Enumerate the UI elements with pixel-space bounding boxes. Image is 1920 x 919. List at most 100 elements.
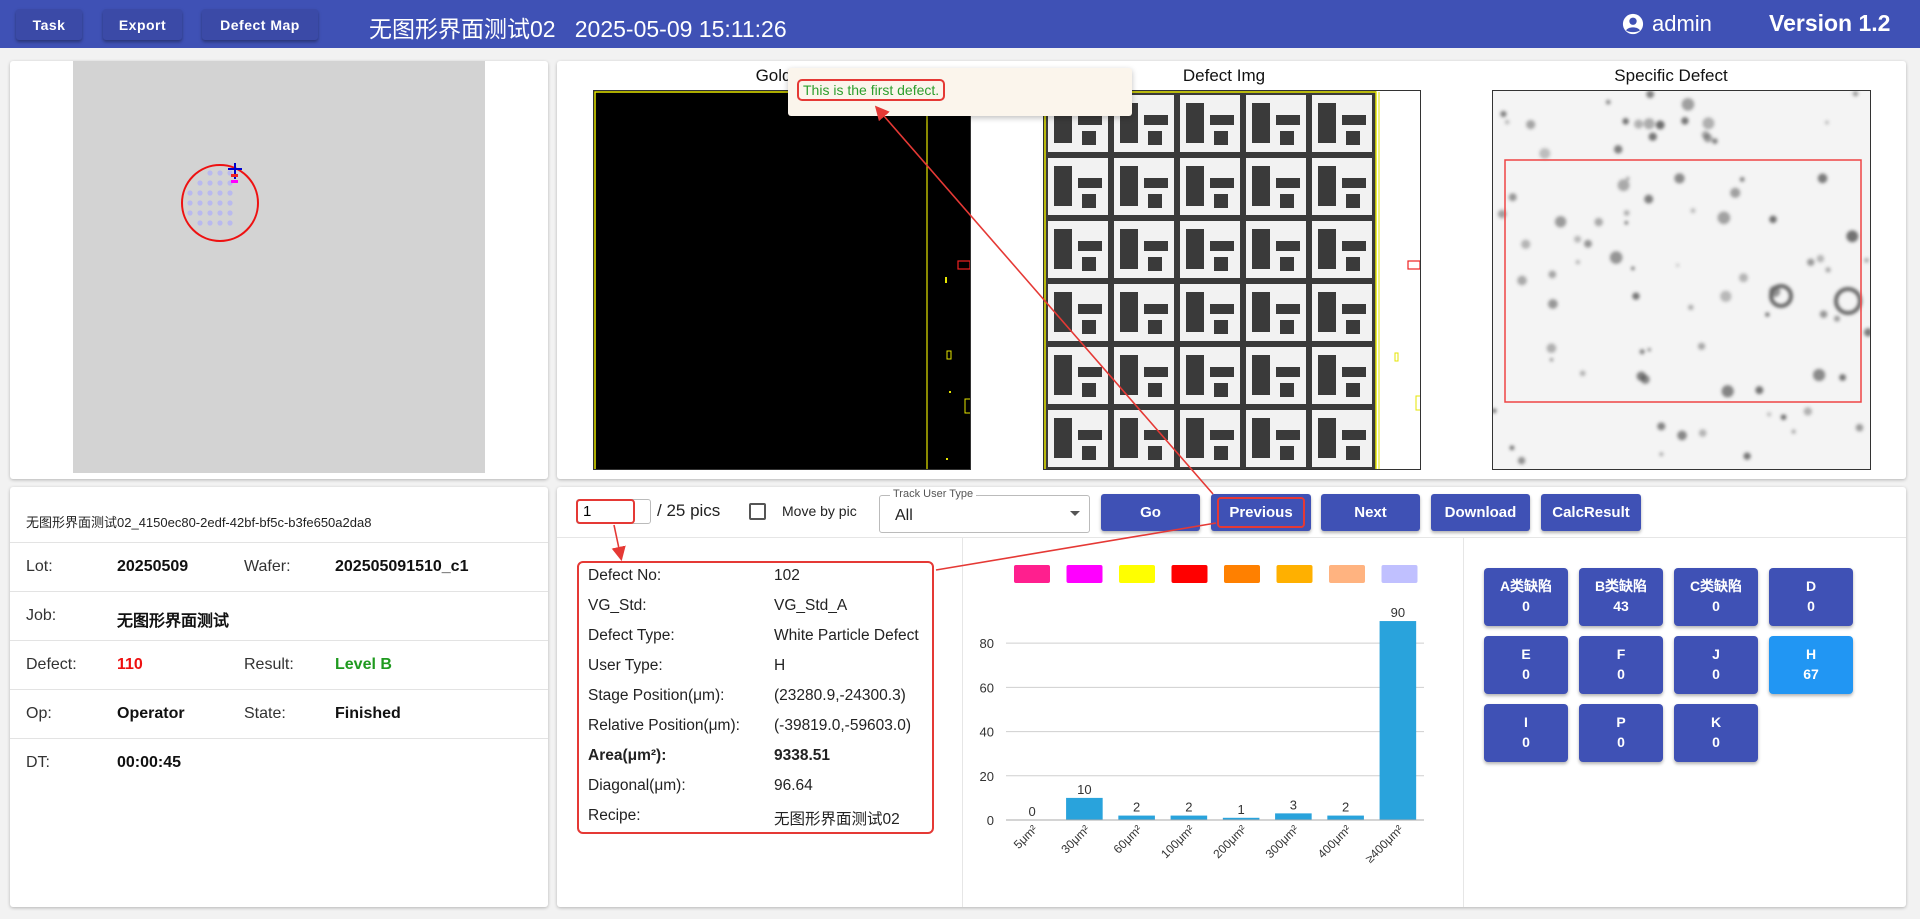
legend-swatch[interactable] xyxy=(1171,565,1208,583)
legend-swatch[interactable] xyxy=(1381,565,1418,583)
legend-swatch[interactable] xyxy=(1119,565,1155,583)
particle xyxy=(1521,239,1531,249)
die-feature xyxy=(1342,367,1366,377)
die-feature xyxy=(1252,292,1270,332)
defect-image[interactable] xyxy=(1043,90,1421,470)
legend-swatch[interactable] xyxy=(1066,565,1103,583)
export-button[interactable]: Export xyxy=(103,9,182,40)
particle xyxy=(1639,349,1645,355)
result-label: Result: xyxy=(244,656,294,673)
user-type-count: 0 xyxy=(1617,666,1625,682)
die-feature xyxy=(1252,229,1270,269)
bar[interactable] xyxy=(1118,815,1155,820)
particle xyxy=(1833,315,1841,322)
bar[interactable] xyxy=(1275,813,1312,820)
particle xyxy=(1863,328,1870,337)
die-feature xyxy=(1280,257,1294,271)
bar-value-label: 2 xyxy=(1133,800,1140,815)
die-feature xyxy=(1148,194,1162,208)
die-feature xyxy=(1214,131,1228,145)
particle xyxy=(1622,118,1629,125)
user-type-count: 0 xyxy=(1617,734,1625,750)
specific-defect-image[interactable] xyxy=(1492,90,1871,470)
user-menu[interactable]: admin xyxy=(1622,11,1712,37)
die-feature xyxy=(1186,292,1204,332)
bar[interactable] xyxy=(1066,797,1103,820)
legend-swatch[interactable] xyxy=(1276,565,1313,583)
pic-number-input[interactable] xyxy=(576,499,635,524)
lot-label: Lot: xyxy=(26,558,53,575)
wafer-value: 202505091510_c1 xyxy=(335,558,469,575)
user-type-button[interactable]: H 67 xyxy=(1769,636,1853,694)
user-type-button[interactable]: E0 xyxy=(1484,636,1568,694)
user-type-button[interactable]: B类缺陷 43 xyxy=(1579,568,1663,626)
user-type-button[interactable]: A类缺陷 0 xyxy=(1484,568,1568,626)
wafer-map-canvas[interactable] xyxy=(73,61,485,473)
user-type-button[interactable]: K0 xyxy=(1674,704,1758,762)
legend-swatch[interactable] xyxy=(1329,565,1365,583)
particle xyxy=(1526,119,1536,130)
download-button[interactable]: Download xyxy=(1431,494,1530,531)
legend-swatch[interactable] xyxy=(1014,565,1050,583)
particle xyxy=(1509,445,1515,451)
user-type-button[interactable]: I0 xyxy=(1484,704,1568,762)
user-type-count: 0 xyxy=(1522,598,1530,614)
next-button[interactable]: Next xyxy=(1321,494,1420,531)
track-user-type-value: All xyxy=(895,507,913,524)
bar[interactable] xyxy=(1170,815,1208,820)
user-type-button[interactable]: J0 xyxy=(1674,636,1758,694)
user-type-button[interactable]: C类缺陷 0 xyxy=(1674,568,1758,626)
track-user-type-select[interactable]: Track User Type All xyxy=(879,488,1090,533)
particle xyxy=(1517,456,1526,465)
wafer-map xyxy=(181,163,259,242)
previous-button[interactable]: Previous xyxy=(1211,494,1311,531)
particle xyxy=(1625,176,1630,181)
task-button[interactable]: Task xyxy=(16,9,82,40)
particle xyxy=(1539,148,1551,159)
user-type-button[interactable]: P0 xyxy=(1579,704,1663,762)
particle xyxy=(1617,179,1630,192)
particle xyxy=(1554,216,1567,228)
user-type-button[interactable]: D0 xyxy=(1769,568,1853,626)
calc-result-button[interactable]: CalcResult xyxy=(1541,494,1641,531)
user-type-count: 0 xyxy=(1712,666,1720,682)
bar[interactable] xyxy=(1327,815,1364,820)
die-feature xyxy=(1082,320,1096,334)
divider xyxy=(1463,537,1464,907)
result-value: Level B xyxy=(335,656,392,673)
particle xyxy=(1703,133,1713,143)
die-feature xyxy=(1318,229,1336,269)
die-feature xyxy=(1276,178,1300,188)
particle xyxy=(1743,452,1751,460)
user-type-name: C类缺陷 xyxy=(1689,578,1743,594)
user-type-count: 0 xyxy=(1522,666,1530,682)
defect-image-content xyxy=(1044,91,1420,469)
move-by-pic-checkbox[interactable] xyxy=(749,503,766,520)
particle xyxy=(1579,370,1586,377)
die-feature xyxy=(1186,418,1204,458)
particle xyxy=(1839,374,1846,381)
wafer-die xyxy=(197,180,203,186)
go-button[interactable]: Go xyxy=(1101,494,1200,531)
particle xyxy=(1575,259,1581,265)
user-type-button[interactable]: F0 xyxy=(1579,636,1663,694)
legend-swatch[interactable] xyxy=(1224,565,1260,583)
wafer-die xyxy=(227,190,233,196)
y-tick-label: 0 xyxy=(987,813,994,828)
die-feature xyxy=(1054,355,1072,395)
wafer-die xyxy=(207,190,213,196)
defect-map-button[interactable]: Defect Map xyxy=(202,9,318,40)
die-feature xyxy=(1280,446,1294,460)
version-label: Version 1.2 xyxy=(1769,10,1891,36)
user-type-name: A类缺陷 xyxy=(1499,578,1553,594)
particle xyxy=(1697,342,1706,350)
die-feature xyxy=(1346,320,1360,334)
particle xyxy=(1517,275,1527,286)
particle xyxy=(1605,99,1611,105)
golden-image[interactable] xyxy=(593,90,971,470)
die-feature xyxy=(1082,257,1096,271)
particle xyxy=(1825,120,1829,125)
bar[interactable] xyxy=(1379,621,1417,820)
bar-value-label: 90 xyxy=(1391,605,1405,620)
particle xyxy=(1548,299,1558,309)
